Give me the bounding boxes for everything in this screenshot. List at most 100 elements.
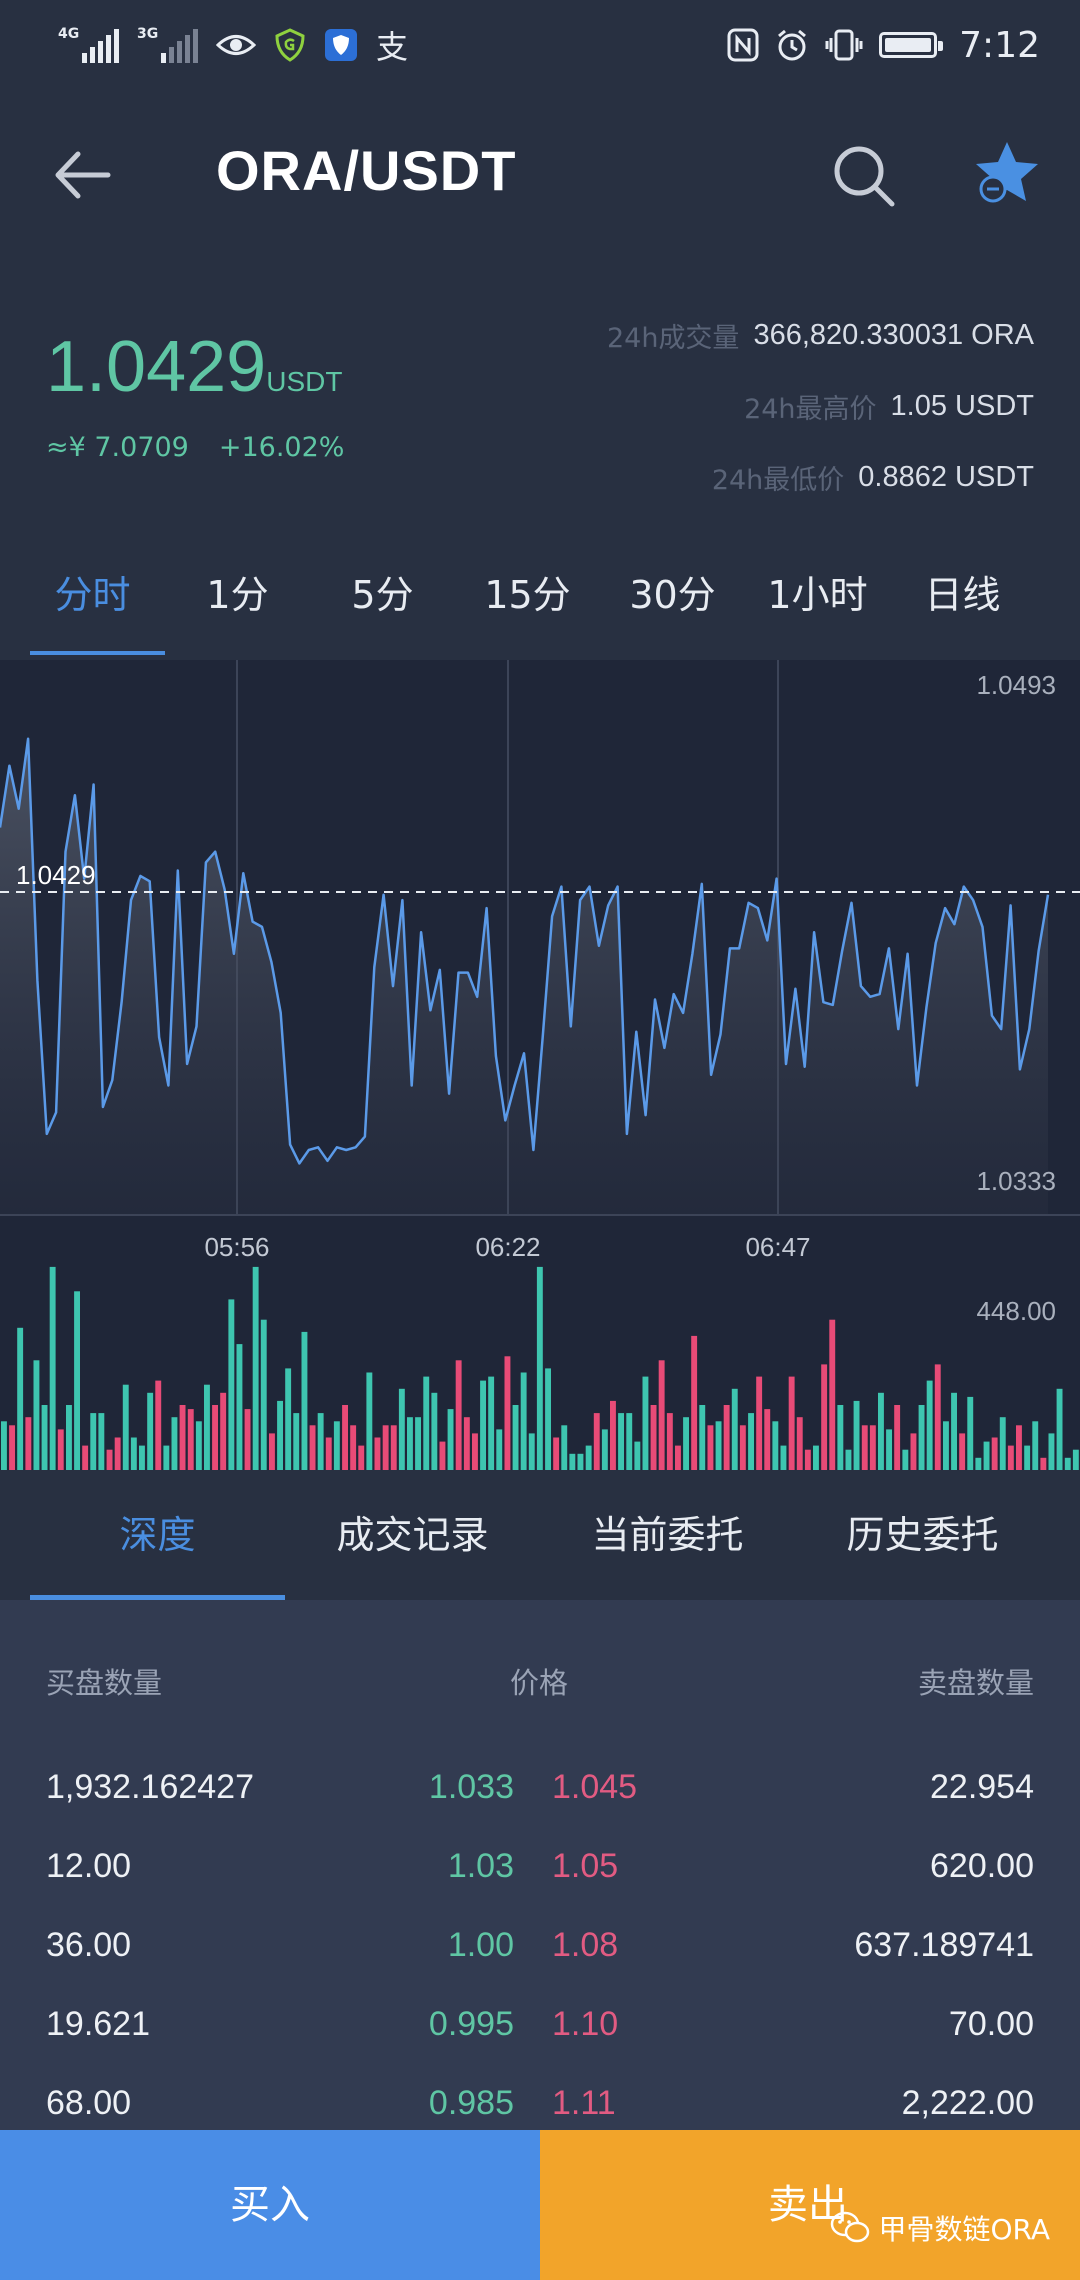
volume-bar — [520, 1372, 527, 1470]
volume-bar — [869, 1425, 876, 1470]
volume-bar — [41, 1405, 48, 1470]
volume-bar — [195, 1421, 202, 1470]
back-arrow-icon[interactable] — [48, 140, 118, 210]
volume-bar — [398, 1388, 405, 1470]
table-row[interactable]: 36.00 1.00 1.08 637.189741 — [46, 1926, 1034, 1986]
tab-depth[interactable]: 深度 — [30, 1490, 285, 1600]
ask-qty-header: 卖盘数量 — [917, 1666, 1034, 1700]
table-row[interactable]: 12.00 1.03 1.05 620.00 — [46, 1847, 1034, 1907]
volume-bar — [147, 1392, 154, 1470]
bid-qty-header: 买盘数量 — [46, 1666, 163, 1700]
volume-bar — [171, 1417, 178, 1470]
volume-bar — [764, 1409, 771, 1470]
volume-bar — [374, 1437, 381, 1470]
tab-15min[interactable]: 15分 — [455, 555, 600, 655]
volume-bar — [683, 1417, 689, 1470]
volume-bar — [780, 1445, 787, 1470]
volume-bar — [350, 1425, 357, 1470]
volume-bar — [593, 1413, 600, 1470]
volume-bar — [1024, 1445, 1031, 1470]
favorite-star-icon[interactable] — [972, 138, 1042, 208]
volume-bar — [252, 1266, 259, 1470]
volume-bar — [1056, 1388, 1063, 1470]
alipay-icon: 支 — [376, 28, 409, 66]
volume-bar — [642, 1376, 649, 1470]
tab-order-history[interactable]: 历史委托 — [795, 1490, 1050, 1600]
volume-bar — [675, 1445, 681, 1470]
volume-bar — [788, 1376, 795, 1470]
last-price-unit: USDT — [266, 366, 343, 397]
table-row[interactable]: 19.621 0.995 1.10 70.00 — [46, 2005, 1034, 2065]
tab-1min[interactable]: 1分 — [165, 555, 310, 655]
wechat-icon — [831, 2211, 870, 2243]
volume-bar — [260, 1319, 267, 1470]
volume-bar — [415, 1417, 421, 1470]
volume-bar — [1016, 1425, 1022, 1470]
price-header: 价格 — [510, 1666, 569, 1700]
volume-bar — [269, 1433, 275, 1470]
ask-price: 1.10 — [552, 2005, 619, 2043]
shield-g-icon — [275, 28, 305, 62]
volume-bar — [959, 1433, 966, 1470]
volume-bar — [17, 1327, 24, 1470]
volume-bars — [1, 1266, 1079, 1470]
table-row[interactable]: 1,932.162427 1.033 1.045 22.954 — [46, 1768, 1034, 1828]
volume-bar — [163, 1445, 170, 1470]
tab-timeshare[interactable]: 分时 — [20, 555, 165, 655]
ask-price: 1.08 — [552, 1926, 619, 1964]
volume-bar — [488, 1376, 495, 1470]
detail-tabs: 深度 成交记录 当前委托 历史委托 — [30, 1490, 1050, 1600]
volume-bar — [106, 1449, 113, 1470]
volume-bar — [585, 1445, 592, 1470]
volume-bar — [553, 1437, 560, 1470]
time-label: 05:56 — [204, 1232, 269, 1262]
volume-bar — [187, 1409, 194, 1470]
volume-bar — [975, 1457, 982, 1470]
ask-qty: 637.189741 — [854, 1926, 1034, 1964]
volume-bar — [236, 1344, 243, 1470]
watermark-text: 甲骨数链ORA — [878, 2213, 1050, 2246]
tab-daily[interactable]: 日线 — [890, 555, 1035, 655]
volume-bar — [309, 1425, 316, 1470]
volume-bar — [33, 1360, 40, 1470]
volume-bar — [1048, 1433, 1055, 1470]
volume-bar — [496, 1429, 503, 1470]
tab-5min[interactable]: 5分 — [310, 555, 455, 655]
bid-qty: 1,932.162427 — [46, 1768, 254, 1806]
price-chart[interactable]: 1.0429 1.0493 1.0333 05:56 06:22 06:47 4… — [0, 660, 1080, 1470]
volume-bar — [707, 1425, 714, 1470]
period-tabs: 分时 1分 5分 15分 30分 1小时 日线 — [20, 555, 1060, 655]
volume-bar — [114, 1437, 121, 1470]
tab-1hour[interactable]: 1小时 — [745, 555, 890, 655]
stat-low: 24h最低价 0.8862 USDT — [711, 461, 1034, 496]
sell-button[interactable]: 卖出 — [540, 2130, 1080, 2280]
volume-bar — [455, 1360, 462, 1470]
tab-trades[interactable]: 成交记录 — [285, 1490, 540, 1600]
ask-price: 1.11 — [552, 2084, 616, 2122]
vibrate-icon — [825, 29, 863, 61]
volume-bar — [317, 1413, 324, 1470]
buy-button[interactable]: 买入 — [0, 2130, 540, 2280]
volume-bar — [894, 1405, 901, 1470]
watermark: 甲骨数链ORA — [830, 2208, 1050, 2248]
chart-canvas: 1.0429 1.0493 1.0333 05:56 06:22 06:47 4… — [0, 660, 1080, 1470]
volume-bar — [463, 1417, 470, 1470]
volume-bar — [723, 1405, 730, 1470]
bid-qty: 19.621 — [46, 2005, 150, 2043]
volume-bar — [878, 1392, 884, 1470]
price-sub: ≈¥ 7.0709 +16.02% — [46, 432, 344, 463]
tab-open-orders[interactable]: 当前委托 — [540, 1490, 795, 1600]
volume-bar — [358, 1445, 365, 1470]
volume-bar — [601, 1429, 608, 1470]
tab-30min[interactable]: 30分 — [600, 555, 745, 655]
volume-bar — [57, 1429, 64, 1470]
volume-bar — [650, 1405, 657, 1470]
volume-bar — [658, 1360, 665, 1470]
volume-bar — [691, 1335, 698, 1470]
volume-bar — [25, 1417, 32, 1470]
signal-4g-icon: 4G — [58, 27, 119, 63]
volume-bar — [626, 1413, 633, 1470]
search-icon[interactable] — [828, 140, 898, 210]
volume-bar — [512, 1405, 519, 1470]
bid-qty: 68.00 — [46, 2084, 132, 2122]
